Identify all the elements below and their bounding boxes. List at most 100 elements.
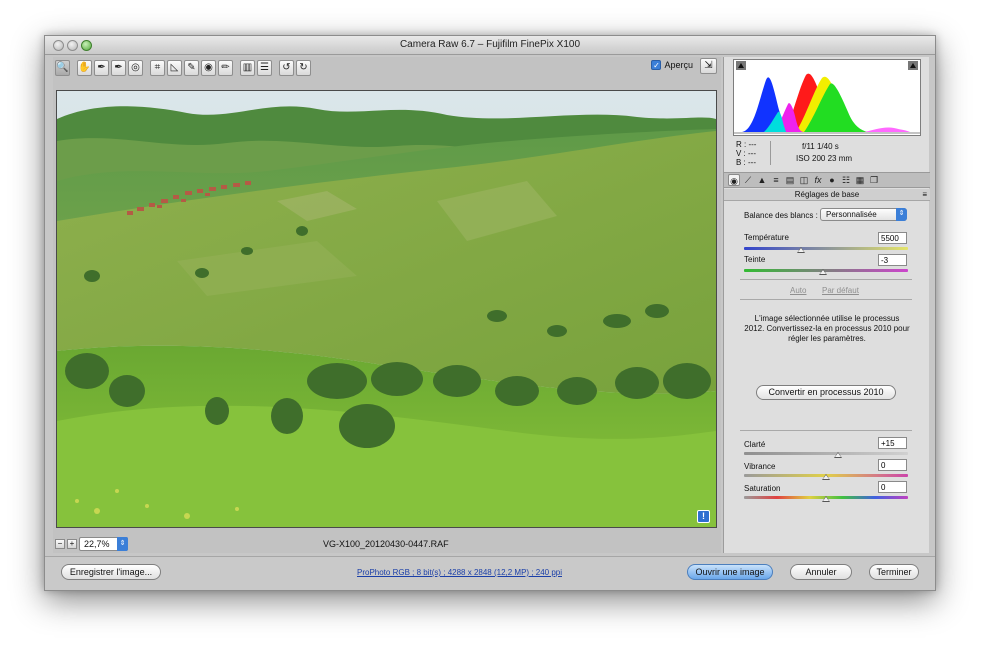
tab-basic-icon[interactable]: ◉ [728,174,740,186]
preview-toggle[interactable]: ✓ Aperçu [651,60,693,70]
done-button[interactable]: Terminer [869,564,919,580]
panel-title: Réglages de base [794,190,860,199]
saturation-label: Saturation [744,484,781,493]
process-version-message: L'image sélectionnée utilise le processu… [744,314,910,343]
tab-split-toning-icon[interactable]: ▤ [784,174,796,186]
white-balance-select[interactable]: Personnalisée ⇕ [820,208,907,221]
preferences-tool[interactable]: ☰ [257,60,272,76]
divider [740,299,912,300]
iso-focal-length: ISO 200 23 mm [796,154,853,163]
tint-slider-thumb[interactable] [819,269,827,275]
color-sampler-tool-icon: ✒ [114,62,123,73]
temperature-input[interactable] [878,232,907,244]
open-image-button[interactable]: Ouvrir une image [687,564,773,580]
file-name: VG-X100_20120430-0447.RAF [323,539,449,549]
green-readout: V : --- [736,149,756,158]
vibrance-label: Vibrance [744,462,776,471]
tab-presets-icon[interactable]: ☷ [840,174,852,186]
clarity-slider-thumb[interactable] [834,452,842,458]
camera-raw-window: Camera Raw 6.7 – Fujifilm FinePix X100 🔍… [44,35,936,591]
landscape-photo [57,91,716,527]
chevron-updown-icon: ⇕ [896,208,907,221]
spot-removal-tool-icon: ✎ [187,62,196,73]
temperature-label: Température [744,233,789,242]
white-balance-value: Personnalisée [826,210,877,219]
panel-menu-icon[interactable]: ≡ [922,189,927,201]
preview-checkbox[interactable]: ✓ [651,60,662,70]
preview-warning-icon[interactable]: ! [697,510,710,523]
histogram [733,59,921,136]
histogram-graph [734,73,920,134]
color-sampler-tool[interactable]: ✒ [111,60,126,76]
clarity-label: Clarté [744,440,766,449]
saturation-input[interactable] [878,481,907,493]
shadow-clipping-icon[interactable] [736,61,746,70]
tab-snapshots-icon[interactable]: ❐ [868,174,880,186]
saturation-slider-thumb[interactable] [822,496,830,502]
zoom-out-button[interactable]: − [55,539,65,549]
white-balance-tool[interactable]: ✒ [94,60,109,76]
straighten-tool[interactable]: ◺ [167,60,182,76]
tab-effects-icon[interactable]: fx [812,174,824,186]
rotate-left-tool[interactable]: ↺ [279,60,294,76]
tab-camera-calibration-icon[interactable]: ● [826,174,838,186]
preview-label: Aperçu [664,60,693,70]
graduated-filter-tool[interactable]: ▥ [240,60,255,76]
convert-process-button[interactable]: Convertir en processus 2010 [756,385,896,400]
zoom-tool[interactable]: 🔍 [55,60,70,76]
straighten-tool-icon: ◺ [170,62,179,73]
workflow-options-link[interactable]: ProPhoto RGB ; 8 bit(s) ; 4288 x 2848 (1… [357,568,562,577]
targeted-adjustment-tool[interactable]: ◎ [128,60,143,76]
tint-input[interactable] [878,254,907,266]
image-preview[interactable]: ! [56,90,717,528]
tab-hsl-icon[interactable]: ≡ [770,174,782,186]
rotate-right-tool[interactable]: ↻ [296,60,311,76]
title-bar: Camera Raw 6.7 – Fujifilm FinePix X100 [45,36,935,55]
temperature-slider-thumb[interactable] [797,247,805,253]
red-eye-tool-icon: ◉ [204,62,213,73]
zoom-bar: − + 22,7% ⇕ VG-X100_20120430-0447.RAF [53,537,721,553]
graduated-filter-tool-icon: ▥ [242,62,253,73]
divider [740,430,912,431]
window-title: Camera Raw 6.7 – Fujifilm FinePix X100 [399,39,581,50]
panel-tabs: ◉ ⟋ ▲ ≡ ▤ ◫ fx ● ☷ ▦ ❐ [724,172,930,188]
tab-settings-icon[interactable]: ▦ [854,174,866,186]
zoom-level-value: 22,7% [84,539,110,549]
adjustment-brush-tool[interactable]: ✏ [218,60,233,76]
aperture-shutter: f/11 1/40 s [802,142,839,151]
auto-link[interactable]: Auto [790,286,806,295]
vibrance-input[interactable] [878,459,907,471]
white-balance-label: Balance des blancs : [744,211,818,220]
spot-removal-tool[interactable]: ✎ [184,60,199,76]
save-image-button[interactable]: Enregistrer l'image... [61,564,161,580]
red-eye-tool[interactable]: ◉ [201,60,216,76]
targeted-adjustment-tool-icon: ◎ [131,62,140,73]
tint-label: Teinte [744,255,766,264]
hand-tool-icon: ✋ [78,62,91,73]
temperature-slider-track[interactable] [744,247,908,250]
rotate-left-tool-icon: ↺ [282,62,291,73]
zoom-level-select[interactable]: 22,7% ⇕ [79,537,128,551]
adjustment-brush-tool-icon: ✏ [221,62,230,73]
hand-tool[interactable]: ✋ [77,60,92,76]
rgb-exif-readout: R : --- V : --- B : --- f/11 1/40 s ISO … [728,139,926,169]
blue-readout: B : --- [736,158,756,167]
vibrance-slider-thumb[interactable] [822,474,830,480]
crop-tool[interactable]: ⌗ [150,60,165,76]
preferences-tool-icon: ☰ [260,62,269,73]
highlight-clipping-icon[interactable] [908,61,918,70]
tab-detail-icon[interactable]: ▲ [756,174,768,186]
cancel-button[interactable]: Annuler [790,564,852,580]
panel-header: Réglages de base ≡ [724,189,930,201]
default-link[interactable]: Par défaut [822,286,859,295]
bottom-bar: Enregistrer l'image... ProPhoto RGB ; 8 … [45,556,935,590]
clarity-slider-track[interactable] [744,452,908,455]
clarity-input[interactable] [878,437,907,449]
tab-tone-curve-icon[interactable]: ⟋ [742,174,754,186]
white-balance-tool-icon: ✒ [97,62,106,73]
divider [740,279,912,280]
zoom-in-button[interactable]: + [67,539,77,549]
fullscreen-button[interactable]: ⇲ [700,58,717,74]
tab-lens-corrections-icon[interactable]: ◫ [798,174,810,186]
rotate-right-tool-icon: ↻ [299,62,308,73]
